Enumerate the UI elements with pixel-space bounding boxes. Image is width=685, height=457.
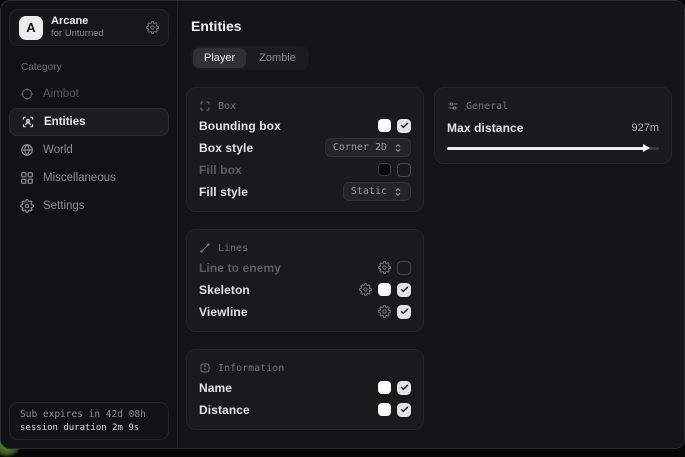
unfold-icon [393, 187, 403, 197]
setting-label: Distance [199, 403, 250, 417]
sidebar-item-entities[interactable]: Entities [9, 108, 169, 136]
sub-expiry-text: Sub expires in 42d 08h [20, 409, 158, 420]
max-distance-slider[interactable] [447, 142, 659, 154]
category-label: Category [21, 62, 169, 73]
section-title: General [466, 101, 508, 112]
setting-row: Fill style Static [199, 181, 411, 202]
unfold-icon [393, 143, 403, 153]
color-swatch[interactable] [378, 403, 391, 416]
sidebar-item-label: World [43, 144, 73, 156]
sliders-icon [447, 100, 459, 112]
scan-icon [21, 115, 35, 129]
color-swatch[interactable] [378, 163, 391, 176]
color-swatch[interactable] [378, 119, 391, 132]
crosshair-icon [20, 87, 34, 101]
box-section-card: Box Bounding box Box style [186, 87, 424, 212]
sidebar-item-world[interactable]: World [9, 136, 169, 164]
gear-icon [20, 199, 34, 213]
sidebar-item-label: Settings [43, 200, 85, 212]
grid-icon [20, 171, 34, 185]
section-title: Lines [218, 243, 248, 254]
brand-card: A Arcane for Unturned [9, 9, 169, 46]
gear-icon[interactable] [146, 21, 159, 34]
entity-tabs: Player Zombie [191, 46, 309, 70]
setting-label: Viewline [199, 305, 248, 319]
setting-label: Box style [199, 141, 253, 155]
setting-label: Skeleton [199, 283, 250, 297]
setting-row: Fill box [199, 159, 411, 180]
sidebar: A Arcane for Unturned Category Aimbot [1, 1, 177, 448]
setting-label: Name [199, 381, 232, 395]
setting-label: Fill box [199, 163, 242, 177]
box-corners-icon [199, 100, 211, 112]
setting-row: Viewline [199, 301, 411, 322]
tab-zombie[interactable]: Zombie [248, 48, 307, 68]
setting-row: Skeleton [199, 279, 411, 300]
main-panel: Entities Player Zombie Box Bounding box [177, 1, 684, 448]
sidebar-item-label: Aimbot [43, 88, 79, 100]
max-distance-value: 927m [631, 122, 659, 134]
slider-fill [447, 147, 644, 150]
brand-name: Arcane [51, 15, 104, 28]
sidebar-item-label: Entities [44, 116, 86, 128]
sidebar-item-label: Miscellaneous [43, 172, 116, 184]
subscription-info: Sub expires in 42d 08h session duration … [9, 402, 169, 440]
checkbox-checked[interactable] [397, 403, 411, 417]
color-swatch[interactable] [378, 283, 391, 296]
sidebar-nav: Aimbot Entities World Miscellaneous [9, 80, 169, 220]
lines-section-card: Lines Line to enemy Skeleton [186, 229, 424, 332]
page-title: Entities [191, 18, 672, 34]
section-title: Information [218, 363, 284, 374]
setting-row: Bounding box [199, 115, 411, 136]
color-swatch[interactable] [378, 381, 391, 394]
setting-label: Fill style [199, 185, 248, 199]
line-icon [199, 242, 211, 254]
brand-subtitle: for Unturned [51, 28, 104, 39]
globe-icon [20, 143, 34, 157]
gear-icon[interactable] [359, 283, 372, 296]
sidebar-item-aimbot[interactable]: Aimbot [9, 80, 169, 108]
gear-icon[interactable] [378, 305, 391, 318]
general-section-card: General Max distance 927m [434, 87, 672, 164]
box-style-dropdown[interactable]: Corner 2D [325, 138, 411, 157]
info-icon [199, 362, 211, 374]
tab-player[interactable]: Player [193, 48, 246, 68]
information-section-card: Information Name Distance [186, 349, 424, 430]
arcane-menu-window: A Arcane for Unturned Category Aimbot [0, 0, 685, 449]
checkbox-checked[interactable] [397, 305, 411, 319]
checkbox-checked[interactable] [397, 283, 411, 297]
setting-row: Line to enemy [199, 257, 411, 278]
checkbox-checked[interactable] [397, 119, 411, 133]
brand-logo: A [19, 16, 43, 40]
setting-row: Box style Corner 2D [199, 137, 411, 158]
section-title: Box [218, 101, 236, 112]
checkbox-unchecked[interactable] [397, 261, 411, 275]
session-duration-text: session duration 2m 9s [20, 423, 158, 433]
setting-label: Bounding box [199, 119, 281, 133]
setting-row: Distance [199, 399, 411, 420]
checkbox-unchecked[interactable] [397, 163, 411, 177]
setting-label: Line to enemy [199, 261, 281, 275]
checkbox-checked[interactable] [397, 381, 411, 395]
gear-icon[interactable] [378, 261, 391, 274]
fill-style-dropdown[interactable]: Static [343, 182, 411, 201]
sidebar-item-settings[interactable]: Settings [9, 192, 169, 220]
max-distance-label: Max distance [447, 121, 524, 135]
sidebar-item-miscellaneous[interactable]: Miscellaneous [9, 164, 169, 192]
setting-row: Name [199, 377, 411, 398]
